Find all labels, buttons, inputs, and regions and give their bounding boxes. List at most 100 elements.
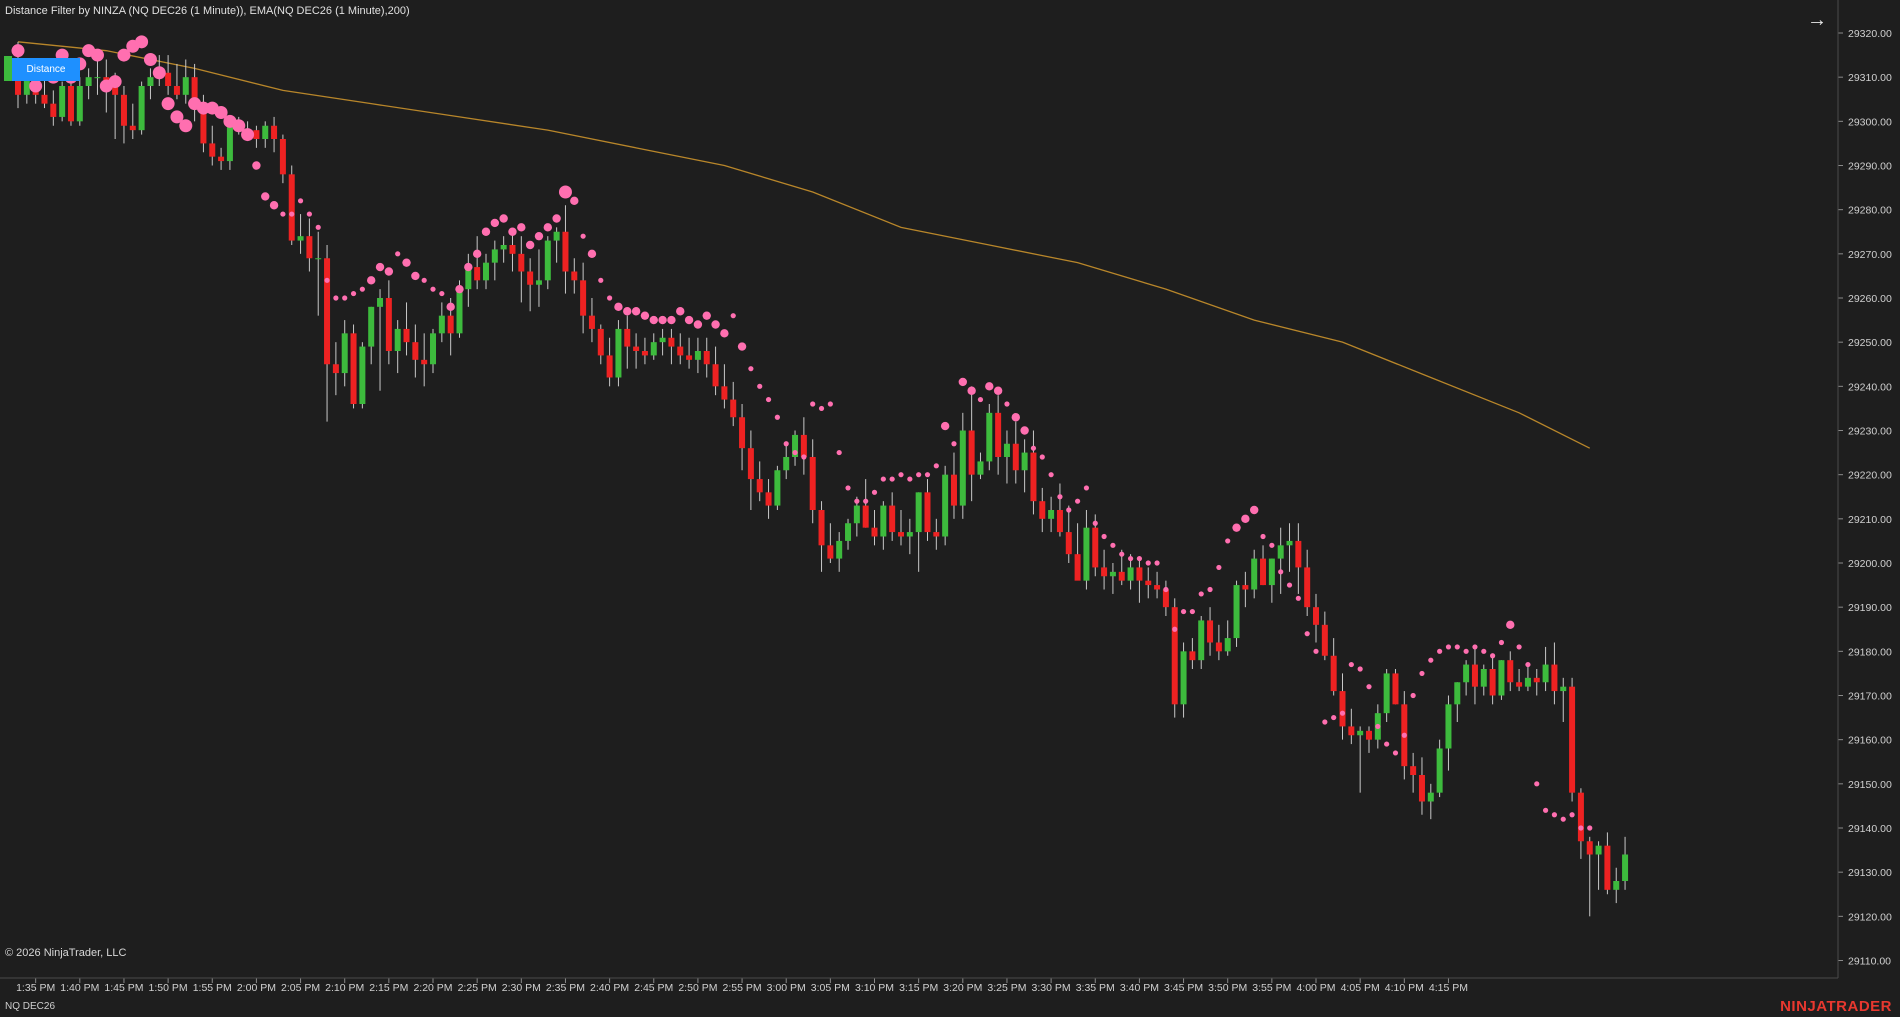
- distance-dot: [1534, 781, 1540, 787]
- distance-dot: [1180, 608, 1187, 615]
- arrow-right-icon[interactable]: →: [1806, 8, 1828, 32]
- candle-body-up: [1198, 620, 1205, 661]
- candle-body-up: [915, 492, 922, 533]
- candle-body-down: [385, 298, 392, 351]
- candle-body-up: [1427, 792, 1434, 802]
- time-tick-label: 3:00 PM: [767, 982, 806, 994]
- price-tick-label: 29210.00: [1848, 514, 1892, 526]
- candle-body-up: [1454, 682, 1461, 705]
- candle-body-down: [1074, 554, 1081, 581]
- distance-dot: [402, 258, 411, 267]
- distance-dot: [1560, 816, 1566, 822]
- distance-dot: [1189, 608, 1195, 615]
- candle-body-down: [447, 315, 454, 334]
- candle-body-down: [898, 532, 904, 537]
- distance-dot: [658, 315, 667, 325]
- distance-dot: [421, 277, 427, 283]
- ema-line: [17, 41, 1591, 449]
- distance-dot: [640, 311, 650, 320]
- time-tick-label: 3:35 PM: [1076, 982, 1115, 994]
- distance-dot: [748, 366, 754, 372]
- candle-body-up: [59, 86, 66, 117]
- distance-dot: [827, 401, 833, 407]
- time-tick-label: 2:20 PM: [413, 982, 452, 994]
- time-tick-label: 3:40 PM: [1120, 982, 1159, 994]
- time-tick-label: 2:15 PM: [369, 982, 408, 994]
- candle-body-up: [430, 333, 437, 365]
- distance-dot: [711, 320, 720, 329]
- distance-dot: [455, 284, 464, 294]
- distance-dot: [1092, 520, 1098, 526]
- candle-body-down: [633, 346, 640, 351]
- distance-dot: [684, 315, 694, 325]
- distance-dot: [411, 271, 420, 281]
- distance-dot: [1506, 620, 1515, 630]
- distance-dot: [261, 192, 270, 201]
- candle-body-up: [1251, 558, 1258, 590]
- distance-dot: [951, 441, 957, 447]
- distance-dot: [958, 377, 968, 387]
- distance-dot: [845, 485, 851, 491]
- left-edge-marker: [4, 56, 12, 81]
- distance-dot: [324, 277, 330, 283]
- distance-dot: [757, 383, 763, 389]
- candle-body-up: [1277, 545, 1284, 559]
- candle-body-down: [1242, 585, 1249, 590]
- candle-body-down: [1304, 567, 1311, 608]
- candle-body-up: [1083, 527, 1090, 581]
- candle-body-down: [1507, 660, 1514, 683]
- distance-dot: [1428, 657, 1434, 663]
- distance-dot: [1481, 648, 1487, 654]
- candle-body-down: [827, 545, 834, 559]
- candle-body-up: [1542, 664, 1549, 683]
- distance-dot: [29, 79, 43, 93]
- distance-dot: [1207, 586, 1213, 593]
- distance-dot: [179, 119, 193, 133]
- candle-body-down: [606, 355, 613, 378]
- distance-dot: [907, 476, 913, 482]
- candle-body-up: [1595, 845, 1602, 855]
- candle-body-down: [67, 86, 74, 122]
- candle-body-up: [880, 505, 887, 537]
- distance-dot: [359, 286, 365, 292]
- distance-dot: [1437, 648, 1443, 654]
- distance-dot: [720, 329, 729, 338]
- candle-body-up: [906, 532, 913, 537]
- candle-body-down: [1489, 669, 1496, 696]
- distance-dot: [1551, 812, 1558, 818]
- distance-dot: [1004, 401, 1010, 407]
- candle-body-up: [1383, 673, 1390, 714]
- distance-dot: [446, 302, 455, 312]
- candle-body-up: [774, 470, 781, 506]
- candle-body-up: [977, 461, 984, 475]
- distance-dot: [1145, 560, 1151, 566]
- distance-dot: [481, 227, 491, 236]
- candle-body-down: [1215, 642, 1222, 652]
- distance-dot: [534, 231, 544, 241]
- time-tick-label: 2:30 PM: [502, 982, 541, 994]
- distance-dot: [439, 290, 445, 297]
- distance-dot: [1569, 812, 1575, 818]
- candle-body-up: [553, 231, 560, 241]
- price-tick-label: 29160.00: [1848, 735, 1892, 747]
- candle-body-down: [1162, 589, 1169, 608]
- candle-body-up: [147, 77, 154, 86]
- price-tick-label: 29200.00: [1848, 558, 1892, 570]
- distance-dot: [792, 449, 798, 456]
- instrument-label: NQ DEC26: [5, 1001, 56, 1012]
- distance-dot: [924, 472, 931, 478]
- distance-dot: [1020, 426, 1029, 435]
- price-chart[interactable]: 29320.00 29310.00 29300.00 29290.00 29280.00…: [0, 0, 1900, 1017]
- distance-dot: [367, 276, 376, 285]
- candle-body-up: [1463, 664, 1470, 683]
- distance-dot: [490, 218, 500, 228]
- distance-button[interactable]: Distance: [12, 58, 80, 81]
- distance-dot: [1472, 644, 1478, 650]
- price-tick-label: 29150.00: [1848, 779, 1892, 791]
- time-tick-label: 3:20 PM: [943, 982, 982, 994]
- candle-body-down: [703, 351, 710, 365]
- time-tick-label: 3:55 PM: [1252, 982, 1291, 994]
- candle-body-up: [1445, 704, 1452, 749]
- distance-dot: [1075, 498, 1081, 504]
- candle-body-up: [94, 77, 101, 79]
